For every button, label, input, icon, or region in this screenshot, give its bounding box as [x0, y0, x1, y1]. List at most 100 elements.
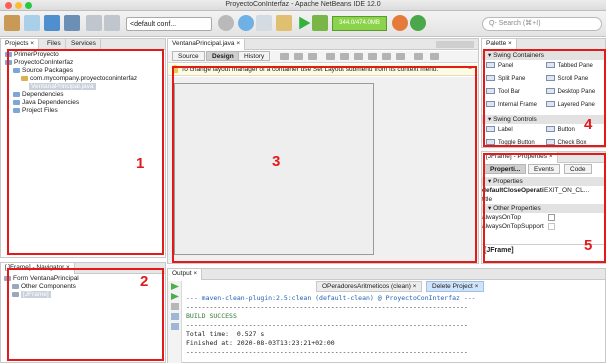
tab-services[interactable]: Services: [67, 39, 101, 50]
history-mode-button[interactable]: History: [238, 51, 271, 61]
palette-item-label[interactable]: Label: [486, 126, 546, 135]
desktop-pane-icon: [545, 88, 555, 95]
configuration-select[interactable]: <default conf...: [126, 17, 212, 31]
tab-properties-window[interactable]: [JFrame] - Properties ×: [482, 152, 558, 163]
align-right-icon[interactable]: [340, 53, 349, 60]
palette-item-layered-pane[interactable]: Layered Pane: [545, 101, 606, 110]
tree-item-package[interactable]: com.mycompany.proyectoconinterfaz: [3, 75, 163, 83]
annotation-number-4: 4: [584, 116, 593, 133]
form-icon: [4, 275, 11, 281]
tab-events[interactable]: Events: [528, 164, 560, 174]
preview-design-icon[interactable]: [308, 53, 317, 60]
project-icon: [5, 51, 12, 57]
run-icon[interactable]: [299, 16, 311, 30]
profile-icon[interactable]: [392, 15, 408, 31]
palette-item-check-box[interactable]: Check Box: [545, 139, 606, 148]
tree-item-ventanaprincipal[interactable]: VentanaPrincipal.java: [3, 83, 163, 91]
internal-frame-icon: [486, 101, 495, 108]
search-input[interactable]: Q- Search (⌘+I): [482, 17, 602, 31]
info-icon[interactable]: [171, 323, 179, 330]
tab-code[interactable]: Code: [564, 164, 592, 174]
design-mode-button[interactable]: Design: [206, 51, 240, 61]
globe-icon[interactable]: [238, 15, 254, 31]
save-all-icon[interactable]: [64, 15, 80, 31]
folder-icon: [13, 99, 20, 105]
tree-item-dependencies[interactable]: Dependencies: [3, 91, 163, 99]
settings-icon[interactable]: [171, 313, 179, 320]
tab-projects[interactable]: Projects ×: [1, 39, 40, 50]
palette-item-toggle-button[interactable]: Toggle Button: [486, 139, 546, 148]
close-hint-icon[interactable]: ×: [468, 64, 472, 74]
redo-icon[interactable]: [104, 15, 120, 31]
tree-item-proyectoconinterfaz[interactable]: ProyectoConInterfaz: [3, 59, 163, 67]
project-icon: [5, 59, 12, 65]
projects-panel: Projects × Files Services PrimerProyecto…: [0, 38, 166, 258]
label-icon: [486, 126, 495, 133]
palette-item-desktop-pane[interactable]: Desktop Pane: [545, 88, 606, 97]
new-project-icon[interactable]: [24, 15, 40, 31]
palette-item-button[interactable]: Button: [545, 126, 606, 135]
debug-icon[interactable]: [312, 15, 328, 31]
rerun-icon[interactable]: [171, 283, 179, 290]
align-bottom-icon[interactable]: [382, 53, 391, 60]
undo-icon[interactable]: [86, 15, 102, 31]
folder-icon: [13, 67, 20, 73]
annotation-number-5: 5: [584, 237, 593, 254]
horizontal-resize-icon[interactable]: [414, 53, 423, 60]
output-side-toolbar: [168, 281, 182, 363]
palette-item-tabbed-pane[interactable]: Tabbed Pane: [545, 62, 606, 71]
property-row[interactable]: title: [482, 195, 605, 204]
align-top-icon[interactable]: [368, 53, 377, 60]
tab-files[interactable]: Files: [43, 39, 66, 50]
palette-item-scroll-pane[interactable]: Scroll Pane: [545, 75, 606, 84]
nav-item-jframe[interactable]: [JFrame]: [4, 291, 164, 299]
palette-section-containers[interactable]: ▾ Swing Containers: [482, 51, 605, 60]
always-on-top-support-checkbox[interactable]: [548, 223, 555, 230]
property-row[interactable]: alwaysOnTop: [482, 213, 605, 222]
palette-item-split-pane[interactable]: Split Pane: [486, 75, 546, 84]
open-project-icon[interactable]: [44, 15, 60, 31]
clean-build-icon[interactable]: [276, 15, 292, 31]
tab-palette[interactable]: Palette ×: [482, 39, 517, 50]
memory-indicator[interactable]: 344.0/474.0MB: [332, 16, 387, 31]
palette-item-tool-bar[interactable]: Tool Bar: [486, 88, 546, 97]
tab-ventanaprincipal[interactable]: VentanaPrincipal.java ×: [168, 39, 246, 50]
settings-icon[interactable]: [218, 15, 234, 31]
tab-operadores-clean[interactable]: OPeradoresAritmeticos (clean) ×: [316, 281, 423, 292]
tab-navigator[interactable]: [JFrame] - Navigator ×: [1, 263, 75, 274]
toggle-button-icon: [486, 139, 495, 146]
selection-mode-icon[interactable]: [280, 53, 289, 60]
tree-item-primerproyecto[interactable]: PrimerProyecto: [3, 51, 163, 59]
tab-delete-project[interactable]: Delete Project ×: [426, 281, 485, 292]
properties-section[interactable]: ▾ Properties: [482, 177, 605, 186]
annotation-number-2: 2: [140, 273, 149, 290]
hammer-icon[interactable]: [256, 15, 272, 31]
tree-item-project-files[interactable]: Project Files: [3, 107, 163, 115]
palette-item-panel[interactable]: Panel: [486, 62, 546, 71]
property-row[interactable]: alwaysOnTopSupport: [482, 222, 605, 231]
stop-icon[interactable]: [171, 303, 179, 310]
window-title: ProyectoConInterfaz - Apache NetBeans ID…: [225, 1, 381, 8]
gc-icon[interactable]: [410, 15, 426, 31]
property-row[interactable]: defaultCloseOperati EXIT_ON_CL...: [482, 186, 605, 195]
button-icon: [545, 126, 555, 133]
palette-item-internal-frame[interactable]: Internal Frame: [486, 101, 546, 110]
tab-properties[interactable]: Properti...: [484, 164, 527, 174]
tree-item-java-dependencies[interactable]: Java Dependencies: [3, 99, 163, 107]
editor-window-controls[interactable]: [436, 41, 474, 48]
align-left-icon[interactable]: [326, 53, 335, 60]
other-properties-section[interactable]: ▾ Other Properties: [482, 204, 605, 213]
package-icon: [21, 75, 28, 81]
tab-output[interactable]: Output ×: [168, 269, 203, 280]
center-vertically-icon[interactable]: [396, 53, 405, 60]
tree-item-source-packages[interactable]: Source Packages: [3, 67, 163, 75]
center-horizontally-icon[interactable]: [354, 53, 363, 60]
vertical-resize-icon[interactable]: [430, 53, 439, 60]
rerun-with-options-icon[interactable]: [171, 293, 179, 300]
check-box-icon: [545, 139, 555, 146]
new-file-icon[interactable]: [4, 15, 20, 31]
tool-bar-icon: [486, 88, 495, 95]
connection-mode-icon[interactable]: [294, 53, 303, 60]
always-on-top-checkbox[interactable]: [548, 214, 555, 221]
source-mode-button[interactable]: Source: [172, 51, 205, 61]
